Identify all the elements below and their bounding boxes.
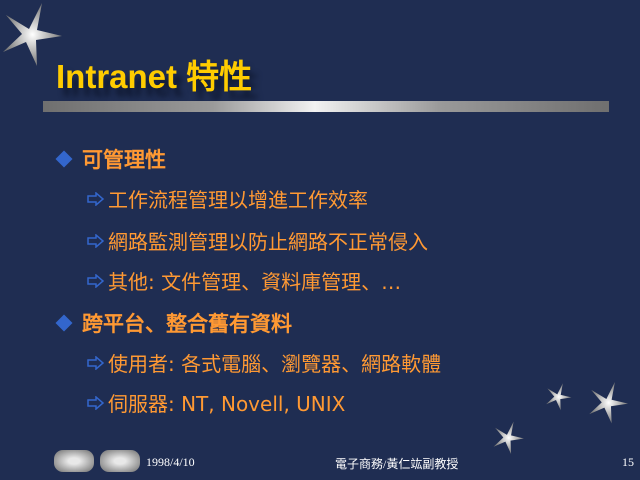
sub-bullet-item: 網路監測管理以防止網路不正常侵入 — [87, 226, 428, 255]
slide-title: Intranet 特性 — [56, 58, 253, 95]
next-slide-button[interactable] — [100, 450, 140, 472]
arrow-right-icon — [87, 191, 105, 206]
sub-bullet-text: 網路監測管理以防止網路不正常侵入 — [108, 230, 428, 254]
page-number: 15 — [622, 455, 634, 469]
previous-slide-button[interactable] — [54, 450, 94, 472]
sub-bullet-item: 使用者: 各式電腦、瀏覽器、網路軟體 — [87, 348, 441, 377]
arrow-right-icon — [87, 355, 105, 370]
sub-bullet-item: 伺服器: NT, Novell, UNIX — [87, 388, 345, 417]
star-icon — [589, 381, 629, 424]
sub-bullet-text: 其他: 文件管理、資料庫管理、… — [108, 270, 402, 294]
sub-bullet-item: 其他: 文件管理、資料庫管理、… — [87, 266, 401, 295]
diamond-bullet-icon — [55, 314, 73, 332]
sub-bullet-text: 工作流程管理以增進工作效率 — [108, 188, 368, 212]
diamond-bullet-icon — [55, 150, 73, 168]
bullet-item: 跨平台、整合舊有資料 — [55, 308, 292, 338]
arrow-right-icon — [87, 273, 105, 288]
bullet-text: 可管理性 — [82, 148, 166, 172]
title-divider — [43, 101, 609, 112]
sub-bullet-text: 使用者: 各式電腦、瀏覽器、網路軟體 — [108, 352, 442, 376]
footer-date: 1998/4/10 — [146, 455, 195, 469]
star-icon — [546, 383, 572, 411]
footer-author: 電子商務/黃仁竑副教授 — [335, 457, 459, 471]
bullet-item: 可管理性 — [55, 144, 166, 174]
sub-bullet-text: 伺服器: NT, Novell, UNIX — [108, 392, 346, 416]
arrow-right-icon — [87, 233, 105, 248]
star-icon — [493, 421, 524, 454]
arrow-right-icon — [87, 395, 105, 410]
sub-bullet-item: 工作流程管理以增進工作效率 — [87, 184, 368, 213]
bullet-text: 跨平台、整合舊有資料 — [82, 312, 292, 336]
